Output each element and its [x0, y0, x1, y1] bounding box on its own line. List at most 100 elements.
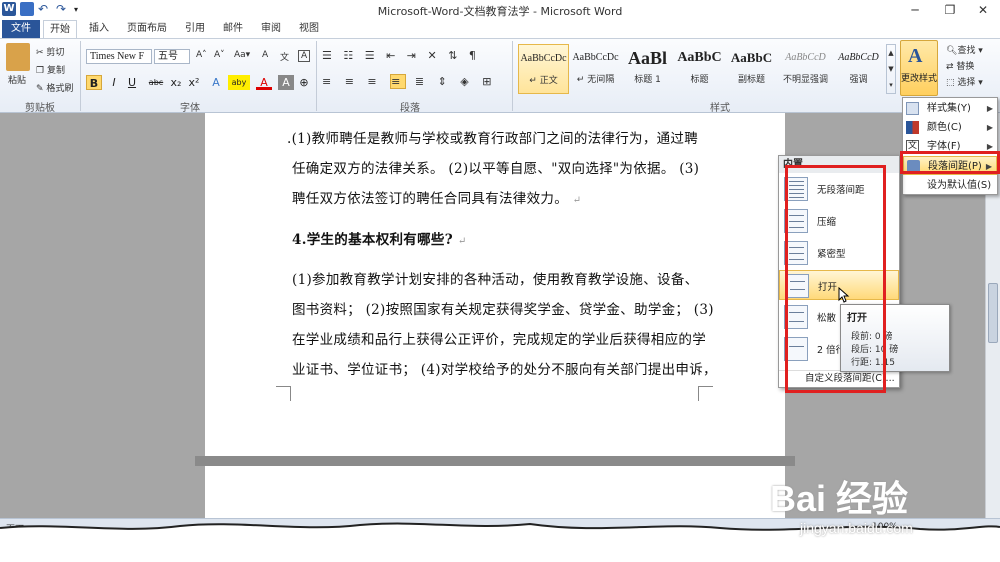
tab-home[interactable]: 开始 — [43, 20, 77, 38]
cut-label: 剪切 — [46, 48, 65, 58]
justify-button[interactable]: ≡ — [390, 74, 407, 89]
doc-line: (1)参加教育教学计划安排的各种活动，使用教育教学设施、设备、 — [292, 272, 699, 288]
doc-line-text: 聘任双方依法签订的聘任合同具有法律效力。 — [292, 191, 568, 207]
char-shading-button[interactable]: A — [278, 75, 294, 90]
style-set-icon — [906, 102, 919, 115]
find-icon: 🔍︎ — [946, 46, 958, 56]
copy-icon: ❐ — [36, 66, 47, 76]
annotation-highlight — [785, 165, 886, 393]
style-name: 强调 — [849, 75, 868, 85]
ribbon: 粘贴 ✂ 剪切 ❐ 复制 ✎ 格式刷 剪贴板 Times New F 五号 A˄… — [0, 38, 1000, 114]
paragraph-group-label: 段落 — [400, 103, 420, 114]
subscript-button[interactable]: x₂ — [168, 75, 184, 90]
doc-line: 图书资料； (2)按照国家有关规定获得奖学金、贷学金、助学金； (3) — [292, 302, 714, 318]
text-effects-button[interactable]: A — [208, 75, 224, 90]
submenu-arrow-icon: ▶ — [986, 104, 993, 113]
close-button[interactable]: ✕ — [968, 0, 998, 20]
strikethrough-button[interactable]: abc — [146, 75, 166, 90]
style-sample: AaBbCcD — [785, 52, 826, 63]
style-sample: AaBbCcDc — [520, 53, 567, 64]
doc-line: .(1)教师聘任是教师与学校或教育行政部门之间的法律行为，通过聘 — [287, 131, 699, 147]
paste-button[interactable]: 粘贴 — [8, 73, 26, 86]
change-case-button[interactable]: Aa▾ — [234, 50, 250, 60]
doc-line: 任确定双方的法律关系。 (2)以平等自愿、"双向选择"为依据。 (3) — [292, 161, 700, 177]
style-emphasis[interactable]: AaBbCcD 强调 — [833, 44, 884, 94]
shrink-font-button[interactable]: A˅ — [214, 50, 225, 60]
cut-button[interactable]: ✂ 剪切 — [36, 45, 64, 58]
enclose-char-button[interactable]: ⊕ — [296, 75, 312, 90]
style-name: ↵ 正文 — [529, 76, 558, 86]
paragraph-mark: ↵ — [572, 195, 582, 206]
underline-button[interactable]: U — [124, 75, 140, 90]
submenu-arrow-icon: ▶ — [986, 123, 993, 132]
replace-icon: ⇄ — [946, 62, 957, 72]
font-group-label: 字体 — [180, 103, 200, 114]
font-name-select[interactable]: Times New F — [86, 49, 152, 64]
menu-item-label: 样式集(Y) — [927, 103, 971, 114]
copy-button[interactable]: ❐ 复制 — [36, 63, 65, 76]
margin-corner — [276, 386, 291, 401]
select-button[interactable]: ⬚ 选择 ▾ — [946, 75, 983, 88]
style-name: ↵ 无间隔 — [576, 75, 615, 85]
minimize-button[interactable]: ─ — [900, 0, 930, 20]
brush-icon: ✎ — [36, 84, 47, 94]
menu-item-set-default[interactable]: 设为默认值(S) — [903, 176, 997, 195]
style-subtitle[interactable]: AaBbC 副标题 — [726, 44, 777, 94]
list-buttons[interactable]: ☰ ☷ ☰ ⇤ ⇥ ✕ ⇅ ¶ — [322, 49, 480, 62]
styles-scroll[interactable]: ▲ ▼ ▾ — [886, 44, 896, 94]
paste-icon[interactable] — [6, 43, 30, 71]
watermark-logo: Bai 经验 — [770, 478, 909, 519]
replace-button[interactable]: ⇄ 替换 — [946, 59, 974, 72]
align-buttons[interactable]: ≡ ≡ ≡ ≡ ≣ ⇕ ◈ ⊞ — [322, 74, 496, 89]
select-icon: ⬚ — [946, 78, 958, 88]
menu-item-label: 颜色(C) — [927, 122, 962, 133]
font-size-select[interactable]: 五号 — [154, 49, 190, 64]
doc-line: 业证书、学位证书； (4)对学校给予的处分不服向有关部门提出申诉， — [292, 362, 717, 378]
tab-mailings[interactable]: 邮件 — [218, 20, 248, 38]
char-border-button[interactable]: A — [298, 50, 311, 62]
clear-format-button[interactable]: A — [262, 50, 268, 60]
font-color-button[interactable]: A — [256, 75, 272, 90]
menu-item-style-set[interactable]: 样式集(Y) ▶ — [903, 99, 997, 118]
margin-corner — [698, 386, 713, 401]
style-no-spacing[interactable]: AaBbCcDc ↵ 无间隔 — [570, 44, 621, 94]
tab-view[interactable]: 视图 — [294, 20, 324, 38]
window-title: Microsoft-Word-文档教育法学 - Microsoft Word — [377, 5, 623, 18]
style-subtle-emphasis[interactable]: AaBbCcD 不明显强调 — [780, 44, 831, 94]
format-painter-button[interactable]: ✎ 格式刷 — [36, 81, 73, 94]
tab-references[interactable]: 引用 — [180, 20, 210, 38]
style-title[interactable]: AaBbC 标题 — [674, 44, 725, 94]
bold-button[interactable]: B — [86, 75, 102, 90]
doc-line: 聘任双方依法签订的聘任合同具有法律效力。 ↵ — [292, 187, 581, 207]
style-name: 标题 1 — [634, 75, 661, 85]
phonetic-guide-button[interactable]: 文 — [280, 50, 289, 63]
scrollbar-thumb[interactable] — [988, 283, 998, 343]
find-button[interactable]: 🔍︎查找 ▾ — [946, 43, 983, 56]
style-name: 不明显强调 — [782, 75, 828, 85]
tab-file[interactable]: 文件 — [2, 20, 40, 38]
change-styles-button[interactable]: A 更改样式 — [900, 40, 938, 96]
document-page-next[interactable] — [205, 466, 785, 518]
group-divider — [316, 41, 317, 111]
tab-page-layout[interactable]: 页面布局 — [122, 20, 172, 38]
colors-icon — [906, 121, 919, 134]
italic-button[interactable]: I — [106, 75, 122, 90]
copy-label: 复制 — [46, 66, 65, 76]
group-divider — [80, 41, 81, 111]
style-normal[interactable]: AaBbCcDc ↵ 正文 — [518, 44, 569, 94]
menu-item-colors[interactable]: 颜色(C) ▶ — [903, 118, 997, 137]
style-sample: AaBl — [627, 48, 667, 68]
style-sample: AaBbC — [730, 50, 773, 65]
doc-heading-text: 4.学生的基本权利有哪些? — [292, 232, 453, 248]
maximize-button[interactable]: ❐ — [935, 0, 965, 20]
style-sample: AaBbCcD — [838, 52, 879, 63]
superscript-button[interactable]: x² — [186, 75, 202, 90]
tab-review[interactable]: 审阅 — [256, 20, 286, 38]
style-heading-1[interactable]: AaBl 标题 1 — [622, 44, 673, 94]
change-styles-menu: 样式集(Y) ▶ 颜色(C) ▶ 文 字体(F) ▶ 段落间距(P) ▶ 设为默… — [902, 97, 998, 195]
grow-font-button[interactable]: A˄ — [196, 50, 207, 60]
tab-insert[interactable]: 插入 — [84, 20, 114, 38]
group-divider — [512, 41, 513, 111]
highlight-button[interactable]: aby — [228, 75, 250, 90]
format-painter-label: 格式刷 — [46, 84, 74, 94]
